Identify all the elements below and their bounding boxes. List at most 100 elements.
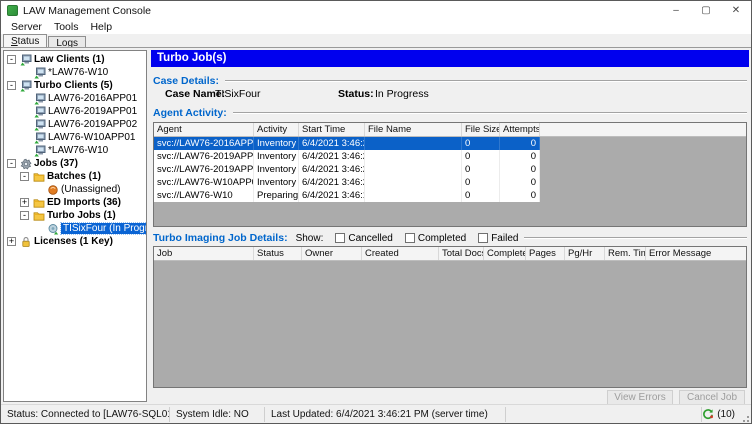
resize-grip[interactable] <box>739 412 749 422</box>
tree-item-law76-w10app01[interactable]: LAW76-W10APP01 <box>4 131 146 144</box>
column-header-owner[interactable]: Owner <box>302 247 362 260</box>
cell-start-time: 6/4/2021 3:46:23 PM <box>299 137 365 150</box>
collapse-icon[interactable]: - <box>7 159 16 168</box>
tree-item-label: *LAW76-W10 <box>48 67 109 78</box>
column-header-activity[interactable]: Activity <box>254 123 299 136</box>
tree-item-label: LAW76-2016APP01 <box>48 93 138 104</box>
completed-checkbox[interactable] <box>404 233 415 243</box>
tree-item-label: Licenses (1 Key) <box>34 236 113 247</box>
turbo-job-icon <box>48 223 59 234</box>
computer-icon <box>34 93 46 104</box>
menu-help[interactable]: Help <box>84 21 118 33</box>
lock-icon <box>22 236 30 247</box>
minimize-button[interactable]: – <box>661 1 691 20</box>
table-row[interactable]: svc://LAW76-2016APP01:2 Inventory 6/4/20… <box>154 137 540 150</box>
column-header-file-size[interactable]: File Size <box>462 123 500 136</box>
column-header-attempts[interactable]: Attempts <box>500 123 540 136</box>
menu-tools[interactable]: Tools <box>48 21 85 33</box>
column-header-job[interactable]: Job <box>154 247 254 260</box>
collapse-icon[interactable]: - <box>7 81 16 90</box>
app-window: LAW Management Console – ▢ ✕ Server Tool… <box>0 0 752 424</box>
table-row[interactable]: svc://LAW76-W10 Preparing Wc 6/4/2021 3:… <box>154 189 540 202</box>
tree-item-turbo-jobs[interactable]: - Turbo Jobs (1) <box>4 209 146 222</box>
tree-item-label: Batches (1) <box>47 171 101 182</box>
column-header-error-message[interactable]: Error Message <box>646 247 746 260</box>
last-updated-status: Last Updated: 6/4/2021 3:46:21 PM (serve… <box>271 408 488 420</box>
collapse-icon[interactable]: - <box>20 211 29 220</box>
tree-item-ed-imports[interactable]: + ED Imports (36) <box>4 196 146 209</box>
tree-item-law76-2016app01[interactable]: LAW76-2016APP01 <box>4 92 146 105</box>
maximize-button[interactable]: ▢ <box>691 1 721 20</box>
tree-item-law76-w10[interactable]: *LAW76-W10 <box>4 66 146 79</box>
table-row[interactable]: svc://LAW76-2019APP01:2 Inventory 6/4/20… <box>154 150 540 163</box>
status-tab-page: - Law Clients (1) *LAW76-W10 - Turbo Cli… <box>1 47 751 406</box>
cell-file-name <box>365 150 462 163</box>
column-header-file-name[interactable]: File Name <box>365 123 462 136</box>
tree-item-licenses[interactable]: + Licenses (1 Key) <box>4 235 146 248</box>
expand-icon[interactable]: + <box>20 198 29 207</box>
refresh-icon <box>703 409 714 420</box>
tab-logs[interactable]: Logs <box>48 36 87 49</box>
cell-activity: Inventory <box>254 176 299 189</box>
expand-icon[interactable]: + <box>7 237 16 246</box>
column-header-start-time[interactable]: Start Time <box>299 123 365 136</box>
cell-file-size: 0 <box>462 176 500 189</box>
column-header-total-docs[interactable]: Total Docs <box>439 247 484 260</box>
tree-item-turbo-clients[interactable]: - Turbo Clients (5) <box>4 79 146 92</box>
cancelled-checkbox-label[interactable]: Cancelled <box>348 233 392 244</box>
failed-checkbox-label[interactable]: Failed <box>491 233 518 244</box>
failed-checkbox[interactable] <box>478 233 489 243</box>
column-header-agent[interactable]: Agent <box>154 123 254 136</box>
cell-attempts: 0 <box>500 189 540 202</box>
column-header-completed[interactable]: Completed <box>484 247 526 260</box>
tree-item-tisixfour[interactable]: TISixFour (In Progress) <box>4 222 146 235</box>
computer-icon <box>20 54 32 65</box>
agent-table-body: svc://LAW76-2016APP01:2 Inventory 6/4/20… <box>154 137 540 202</box>
tree-item-label: LAW76-2019APP01 <box>48 106 138 117</box>
tree-item-law-clients[interactable]: - Law Clients (1) <box>4 53 146 66</box>
column-header-pg-hr[interactable]: Pg/Hr <box>565 247 605 260</box>
cell-start-time: 6/4/2021 3:46:18 PM <box>299 189 365 202</box>
computer-icon <box>34 119 46 130</box>
computer-icon <box>34 106 46 117</box>
cell-activity: Inventory <box>254 137 299 150</box>
cell-agent: svc://LAW76-2019APP01:2 <box>154 150 254 163</box>
tree-item-label: Jobs (37) <box>34 158 78 169</box>
computer-icon <box>34 67 46 78</box>
agent-table-header: Agent Activity Start Time File Name File… <box>154 123 746 137</box>
table-row[interactable]: svc://LAW76-2019APP02:2 Inventory 6/4/20… <box>154 163 540 176</box>
close-button[interactable]: ✕ <box>721 1 751 20</box>
tree-item-label: Turbo Clients (5) <box>34 80 113 91</box>
tree-item-batches[interactable]: - Batches (1) <box>4 170 146 183</box>
navigation-tree: - Law Clients (1) *LAW76-W10 - Turbo Cli… <box>3 50 147 402</box>
divider <box>224 80 747 82</box>
table-row[interactable]: svc://LAW76-W10APP01:2 Inventory 6/4/202… <box>154 176 540 189</box>
tree-item-jobs[interactable]: - Jobs (37) <box>4 157 146 170</box>
cancelled-checkbox[interactable] <box>335 233 346 243</box>
tree-item-law76-w10-turbo[interactable]: *LAW76-W10 <box>4 144 146 157</box>
column-header-pages[interactable]: Pages <box>526 247 565 260</box>
column-header-rem-time[interactable]: Rem. Time <box>605 247 646 260</box>
tree-item-label: Law Clients (1) <box>34 54 105 65</box>
tree-item-label: LAW76-2019APP02 <box>48 119 138 130</box>
cell-attempts: 0 <box>500 176 540 189</box>
folder-icon <box>33 198 45 208</box>
panel-title: Turbo Job(s) <box>151 50 749 67</box>
tree-item-law76-2019app01[interactable]: LAW76-2019APP01 <box>4 105 146 118</box>
tree-item-unassigned[interactable]: (Unassigned) <box>4 183 146 196</box>
cell-attempts: 0 <box>500 150 540 163</box>
menu-server[interactable]: Server <box>5 21 48 33</box>
tab-status[interactable]: Status <box>3 34 48 47</box>
computer-icon <box>20 80 32 91</box>
collapse-icon[interactable]: - <box>7 55 16 64</box>
tree-item-law76-2019app02[interactable]: LAW76-2019APP02 <box>4 118 146 131</box>
cell-start-time: 6/4/2021 3:46:23 PM <box>299 176 365 189</box>
agent-activity-section: Agent Activity: <box>153 107 747 119</box>
completed-checkbox-label[interactable]: Completed <box>418 233 466 244</box>
collapse-icon[interactable]: - <box>20 172 29 181</box>
connection-status: Status: Connected to [LAW76-SQL01] <box>7 408 169 420</box>
divider <box>524 237 747 239</box>
tree-item-label: *LAW76-W10 <box>48 145 109 156</box>
column-header-status[interactable]: Status <box>254 247 302 260</box>
column-header-created[interactable]: Created <box>362 247 439 260</box>
